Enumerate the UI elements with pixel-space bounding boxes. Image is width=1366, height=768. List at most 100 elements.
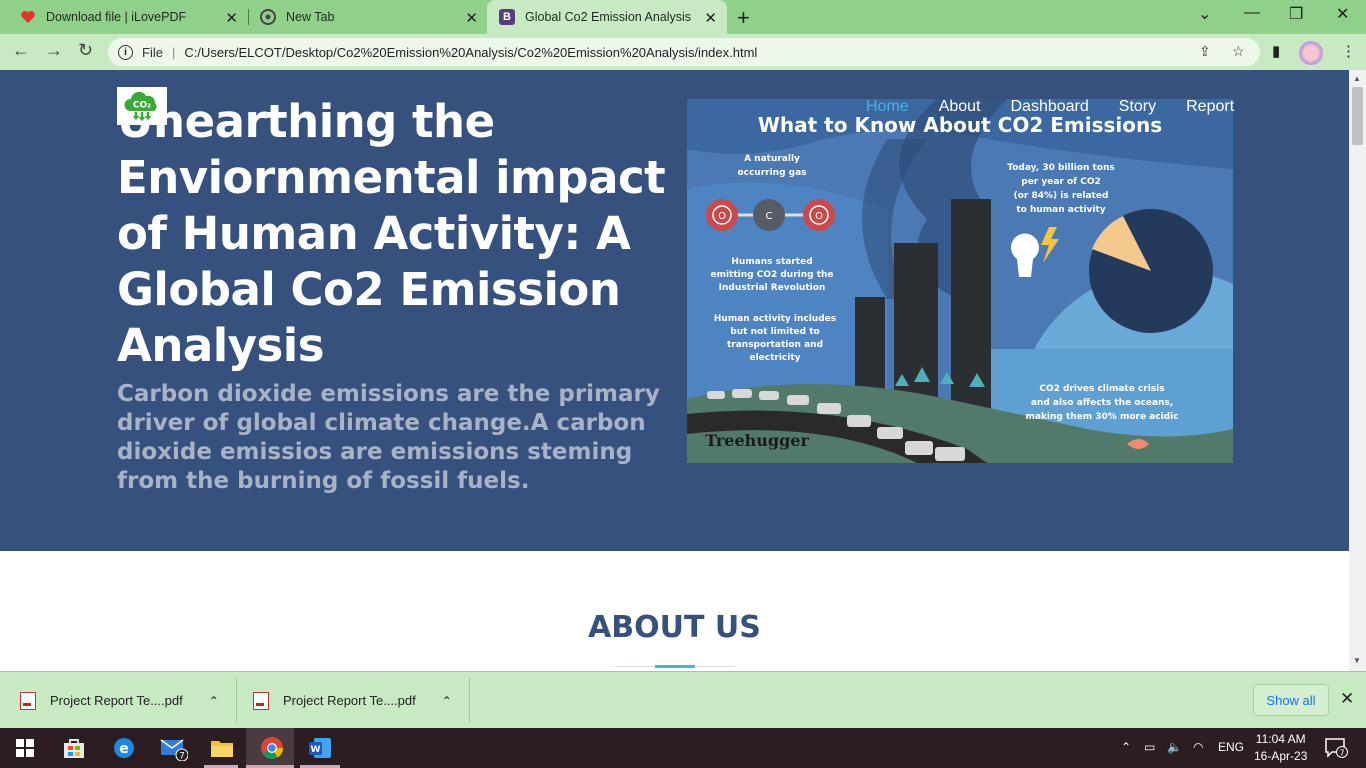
share-icon[interactable]: ⇪ <box>1199 43 1211 60</box>
minimize-icon[interactable]: — <box>1244 4 1260 22</box>
notification-badge: 7 <box>1339 749 1344 758</box>
infographic-note-4a: Today, 30 billion tons <box>1007 163 1115 173</box>
atom-label: O <box>718 211 726 222</box>
co2-infographic-image: What to Know About CO2 Emissions A natur… <box>687 99 1233 463</box>
infographic-note-4d: to human activity <box>1016 205 1105 215</box>
back-icon[interactable]: ← <box>12 40 30 61</box>
chrome-taskbar-icon[interactable] <box>258 734 286 762</box>
clock-time: 11:04 AM <box>1255 732 1306 746</box>
profile-avatar[interactable] <box>1299 41 1323 65</box>
infographic-note-5c: making them 30% more acidic <box>1025 412 1178 422</box>
site-info-icon[interactable]: i <box>118 44 133 60</box>
scroll-down-icon[interactable]: ▼ <box>1353 656 1361 665</box>
show-all-button[interactable]: Show all <box>1253 684 1329 716</box>
logo-text: CO₂ <box>133 101 151 111</box>
about-heading: ABOUT US <box>588 610 761 645</box>
tab-title: Download file | iLovePDF <box>46 10 187 24</box>
tab-ilovepdf[interactable]: Download file | iLovePDF ✕ <box>8 0 248 34</box>
nav-home[interactable]: Home <box>866 98 909 116</box>
svg-text:e: e <box>119 741 129 757</box>
download-filename: Project Report Te....pdf <box>50 693 183 708</box>
infographic-note-5b: and also affects the oceans, <box>1031 398 1173 408</box>
atom-label: O <box>815 211 823 222</box>
infographic-note-2c: Industrial Revolution <box>719 283 826 293</box>
close-window-icon[interactable]: ✕ <box>1336 4 1349 24</box>
notifications-icon[interactable]: 7 <box>1322 734 1350 762</box>
site-logo[interactable]: CO₂ <box>117 87 167 125</box>
chevron-up-icon[interactable]: ⌃ <box>209 694 219 708</box>
hero-title: Unearthing the Enviornmental impact of H… <box>117 95 666 372</box>
language-indicator[interactable]: ENG <box>1218 740 1244 754</box>
co2-cloud-icon: CO₂ <box>124 91 157 121</box>
windows-taskbar: e 7 W ⌃ ▭ 🔈 ◠ ENG 11:04 AM 16-Apr-23 7 <box>0 728 1366 768</box>
address-bar[interactable]: i File | C:/Users/ELCOT/Desktop/Co2%20Em… <box>108 38 1260 66</box>
side-panel-icon[interactable]: ▮ <box>1272 42 1280 60</box>
pdf-file-icon <box>20 691 36 710</box>
reload-icon[interactable]: ↻ <box>78 40 93 61</box>
treehugger-brand: Treehugger <box>705 431 809 450</box>
wifi-icon[interactable]: ◠ <box>1193 740 1203 754</box>
infographic-note-3c: transportation and <box>727 340 823 350</box>
infographic-note-1a: A naturally <box>744 154 800 164</box>
restore-icon[interactable]: ❐ <box>1289 4 1303 24</box>
infographic-note-3a: Human activity includes <box>714 314 836 324</box>
co2-molecule-icon: O C O <box>706 199 835 231</box>
scrollbar-thumb[interactable] <box>1352 87 1363 145</box>
store-icon[interactable] <box>60 734 88 762</box>
chevron-up-icon[interactable]: ⌃ <box>442 694 452 708</box>
hero-section: Unearthing the Enviornmental impact of H… <box>0 70 1349 551</box>
close-tab-icon[interactable]: ✕ <box>704 9 717 27</box>
close-download-bar-icon[interactable]: ✕ <box>1340 689 1354 709</box>
tab-search-icon[interactable]: ⌄ <box>1198 4 1211 24</box>
show-hidden-icons[interactable]: ⌃ <box>1121 740 1131 754</box>
edge-icon[interactable]: e <box>110 734 138 762</box>
word-icon[interactable]: W <box>306 734 334 762</box>
infographic-note-5a: CO2 drives climate crisis <box>1039 384 1164 394</box>
infographic-note-4b: per year of CO2 <box>1021 177 1100 187</box>
nav-about[interactable]: About <box>939 98 981 116</box>
bookmark-star-icon[interactable]: ☆ <box>1232 43 1245 60</box>
nav-dashboard[interactable]: Dashboard <box>1011 98 1089 116</box>
download-separator <box>236 678 237 723</box>
browser-tab-strip: Download file | iLovePDF ✕ New Tab ✕ B G… <box>0 0 1366 34</box>
nav-report[interactable]: Report <box>1186 98 1234 116</box>
about-divider-accent <box>655 665 695 668</box>
download-bar: Project Report Te....pdf ⌃ Project Repor… <box>0 671 1366 728</box>
infographic-note-1b: occurring gas <box>737 168 806 178</box>
chrome-icon <box>260 9 276 25</box>
clock-date: 16-Apr-23 <box>1254 749 1308 763</box>
file-explorer-icon[interactable] <box>208 734 236 762</box>
address-divider: | <box>171 44 176 60</box>
address-url[interactable]: C:/Users/ELCOT/Desktop/Co2%20Emission%20… <box>184 45 757 60</box>
infographic-title: What to Know About CO2 Emissions <box>758 113 1162 137</box>
mail-icon[interactable]: 7 <box>160 734 188 762</box>
page-scrollbar[interactable]: ▲ ▼ <box>1349 70 1366 671</box>
tab-co2-analysis[interactable]: B Global Co2 Emission Analysis ✕ <box>487 0 727 34</box>
address-scheme-label: File <box>142 44 163 60</box>
download-item[interactable]: Project Report Te....pdf ⌃ <box>253 672 468 729</box>
scroll-up-icon[interactable]: ▲ <box>1353 74 1361 83</box>
browser-toolbar: ← → ↻ i File | C:/Users/ELCOT/Desktop/Co… <box>0 34 1366 70</box>
close-tab-icon[interactable]: ✕ <box>225 9 238 27</box>
forward-icon[interactable]: → <box>45 40 63 61</box>
infographic-note-4c: (or 84%) is related <box>1014 191 1109 201</box>
battery-icon[interactable]: ▭ <box>1144 740 1155 754</box>
bootstrap-icon: B <box>499 9 515 25</box>
new-tab-icon[interactable]: + <box>737 5 750 31</box>
download-item[interactable]: Project Report Te....pdf ⌃ <box>20 672 235 729</box>
pdf-file-icon <box>253 691 269 710</box>
nav-story[interactable]: Story <box>1119 98 1156 116</box>
main-nav: Home About Dashboard Story Report <box>866 98 1234 116</box>
infographic-note-2b: emitting CO2 during the <box>710 270 833 280</box>
infographic-note-3b: but not limited to <box>730 327 819 337</box>
tab-new-tab[interactable]: New Tab ✕ <box>248 0 488 34</box>
infographic-note-2a: Humans started <box>731 257 812 267</box>
volume-icon[interactable]: 🔈 <box>1167 740 1182 754</box>
mail-badge: 7 <box>179 752 185 762</box>
close-tab-icon[interactable]: ✕ <box>465 9 478 27</box>
system-clock[interactable]: 11:04 AM 16-Apr-23 <box>1254 731 1307 765</box>
hero-subtitle: Carbon dioxide emissions are the primary… <box>117 381 660 494</box>
more-menu-icon[interactable]: ⋮ <box>1341 42 1356 60</box>
download-filename: Project Report Te....pdf <box>283 693 416 708</box>
windows-start-icon[interactable] <box>11 734 39 762</box>
